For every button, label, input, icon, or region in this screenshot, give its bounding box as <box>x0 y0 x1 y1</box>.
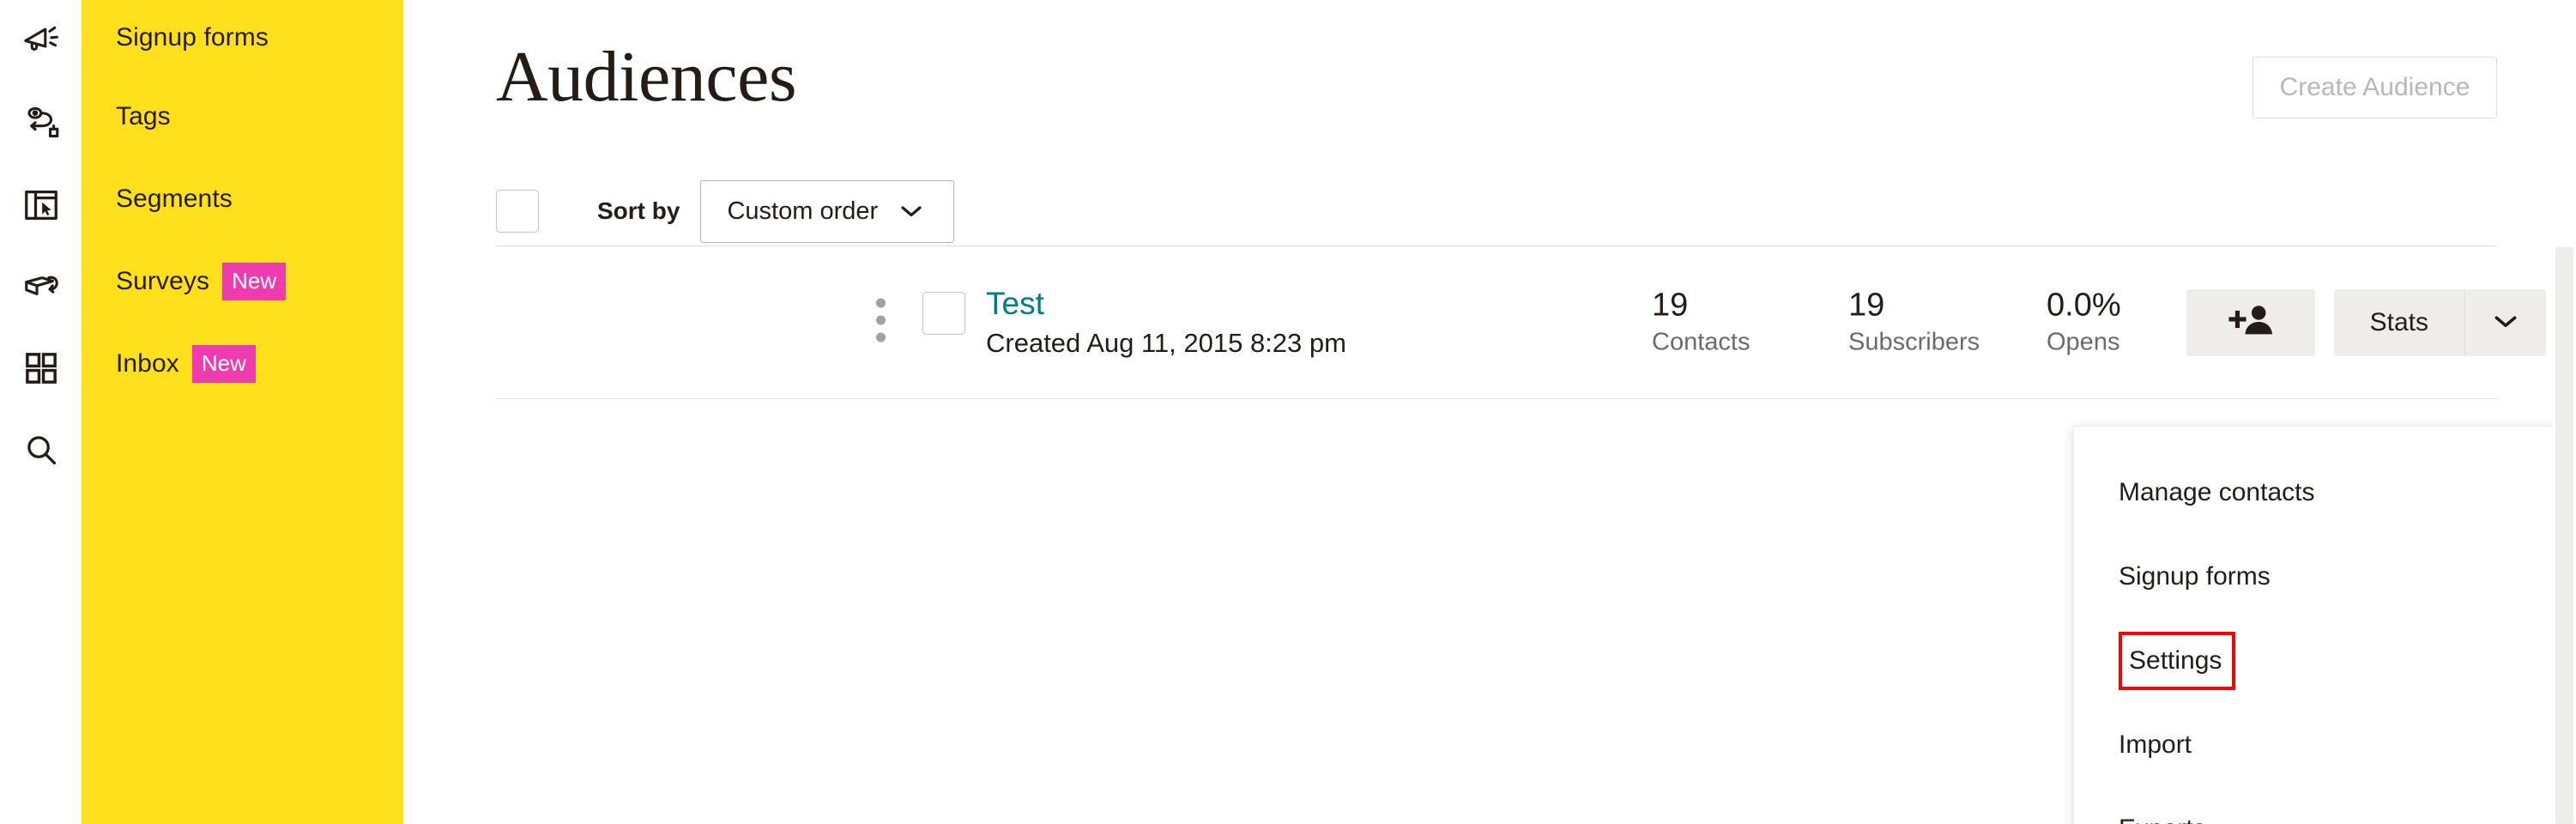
stat-value: 19 <box>1848 287 1885 324</box>
audience-sidebar: Signup forms Tags Segments Surveys New I… <box>82 0 403 824</box>
table-row: Test Created Aug 11, 2015 8:23 pm 19 Con… <box>403 246 2576 398</box>
sidebar-item-surveys[interactable]: Surveys New <box>116 240 403 323</box>
primary-nav-rail <box>0 0 82 824</box>
settings-highlight-box: Settings <box>2119 632 2236 690</box>
automations-icon[interactable] <box>15 97 68 150</box>
menu-item-label: Settings <box>2129 646 2222 675</box>
create-audience-button[interactable]: Create Audience <box>2252 57 2497 118</box>
sidebar-item-label: Inbox <box>116 349 179 378</box>
list-bottom-divider <box>496 398 2497 399</box>
content-icon[interactable] <box>15 342 68 395</box>
drag-handle-icon[interactable] <box>874 297 887 342</box>
menu-item-exports[interactable]: Exports <box>2074 787 2575 824</box>
sidebar-item-signup-forms[interactable]: Signup forms <box>116 0 403 76</box>
new-badge: New <box>222 263 287 300</box>
sidebar-item-label: Tags <box>116 102 171 130</box>
vertical-scrollbar-thumb[interactable] <box>2555 247 2573 824</box>
app-root: Signup forms Tags Segments Surveys New I… <box>0 0 2576 824</box>
sidebar-item-label: Signup forms <box>116 23 269 52</box>
sidebar-item-segments[interactable]: Segments <box>116 158 403 240</box>
stat-value: 19 <box>1652 287 1689 324</box>
new-badge: New <box>191 345 256 383</box>
chevron-down-icon <box>2494 314 2518 331</box>
sidebar-item-inbox[interactable]: Inbox New <box>116 323 403 405</box>
audience-icon[interactable] <box>15 260 68 313</box>
page-header: Audiences Create Audience <box>403 0 2576 118</box>
stat-opens: 0.0% Opens <box>2047 287 2121 357</box>
menu-item-manage-contacts[interactable]: Manage contacts <box>2074 451 2575 535</box>
audience-info: Test Created Aug 11, 2015 8:23 pm <box>986 286 1346 358</box>
add-contact-button[interactable] <box>2186 288 2315 356</box>
stat-label: Subscribers <box>1848 328 1980 356</box>
stat-contacts: 19 Contacts <box>1652 287 1751 357</box>
menu-item-import[interactable]: Import <box>2074 703 2575 787</box>
sidebar-item-label: Surveys <box>116 267 210 295</box>
menu-item-settings[interactable]: Settings <box>2119 619 2531 703</box>
search-icon[interactable] <box>15 423 68 476</box>
select-all-checkbox[interactable] <box>496 190 539 233</box>
menu-item-signup-forms[interactable]: Signup forms <box>2074 535 2575 619</box>
website-icon[interactable] <box>15 179 68 232</box>
sort-order-value: Custom order <box>727 197 879 225</box>
stat-label: Contacts <box>1652 328 1751 356</box>
stat-value: 0.0% <box>2047 287 2121 324</box>
page-title: Audiences <box>496 37 797 117</box>
row-actions: Stats <box>2186 288 2546 356</box>
audience-created-date: Created Aug 11, 2015 8:23 pm <box>986 328 1346 359</box>
sort-order-select[interactable]: Custom order <box>700 179 955 243</box>
campaigns-icon[interactable] <box>15 15 68 69</box>
stats-dropdown-toggle[interactable] <box>2464 288 2546 356</box>
add-contact-icon <box>2227 302 2275 342</box>
sort-bar: Sort by Custom order <box>403 177 2576 245</box>
sort-by-label: Sort by <box>597 197 680 224</box>
audience-actions-dropdown: Manage contacts Signup forms Settings Im… <box>2073 426 2576 824</box>
sidebar-item-tags[interactable]: Tags <box>116 76 403 158</box>
row-checkbox[interactable] <box>922 291 965 335</box>
audience-name-link[interactable]: Test <box>986 286 1044 321</box>
stats-button[interactable]: Stats <box>2333 288 2464 356</box>
chevron-down-icon <box>900 204 922 218</box>
stat-label: Opens <box>2047 328 2120 356</box>
sidebar-item-label: Segments <box>116 185 233 213</box>
stat-subscribers: 19 Subscribers <box>1848 287 1980 357</box>
stats-split-button: Stats <box>2333 288 2546 356</box>
